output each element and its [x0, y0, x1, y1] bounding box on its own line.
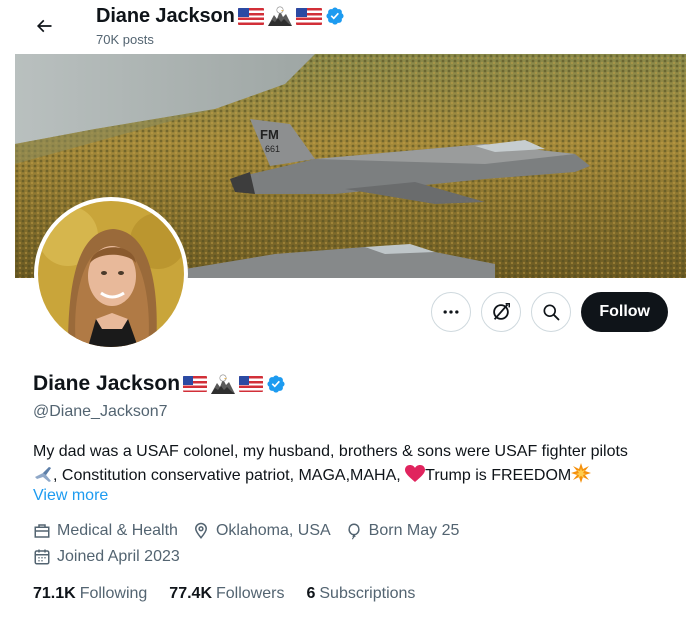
profile-name-row: Diane Jackson — [33, 372, 286, 396]
profile-name: Diane Jackson — [33, 372, 181, 395]
search-profile-button[interactable] — [531, 292, 572, 332]
bio-line-1: My dad was a USAF colonel, my husband, b… — [33, 443, 628, 460]
subscriptions-link[interactable]: 6 Subscriptions — [306, 585, 415, 603]
grok-button[interactable] — [481, 292, 522, 332]
profile-actions: Follow — [431, 292, 668, 332]
meta-location: Oklahoma, USA — [192, 522, 331, 540]
following-count: 71.1K — [33, 585, 76, 602]
profile-bio: My dad was a USAF colonel, my husband, b… — [33, 441, 678, 487]
followers-link[interactable]: 77.4K Followers — [169, 585, 284, 603]
balloon-icon — [348, 523, 360, 540]
avatar-photo — [38, 201, 184, 347]
profile-avatar-frame[interactable] — [34, 197, 188, 351]
followers-count: 77.4K — [169, 585, 212, 602]
more-button[interactable] — [431, 292, 472, 332]
meta-birthday: Born May 25 — [345, 522, 460, 540]
red-heart-icon — [405, 465, 426, 482]
meta-birthday-label: Born May 25 — [368, 522, 460, 539]
meta-category: Medical & Health — [33, 522, 178, 540]
arrow-left-icon — [36, 19, 52, 33]
subscriptions-count: 6 — [306, 585, 316, 602]
profile-stats: 71.1K Following 77.4K Followers 6 Subscr… — [33, 585, 415, 603]
header-post-count: 70K posts — [96, 32, 154, 47]
meta-joined-label: Joined April 2023 — [57, 548, 180, 565]
followers-label: Followers — [216, 585, 285, 602]
profile-meta-row-2: Joined April 2023 — [33, 548, 180, 566]
subscriptions-label: Subscriptions — [319, 585, 416, 602]
airplane-icon — [35, 467, 51, 482]
top-bar: Diane Jackson 70K posts — [0, 0, 700, 54]
profile-handle: @Diane_Jackson7 — [33, 403, 168, 420]
us-flag-icon — [183, 376, 208, 392]
svg-text:661: 661 — [265, 144, 280, 154]
more-dots-icon — [443, 310, 459, 314]
view-more-link[interactable]: View more — [33, 487, 108, 505]
meta-category-label: Medical & Health — [57, 522, 178, 539]
header-name-row: Diane Jackson — [96, 2, 345, 30]
profile-meta-row-1: Medical & Health Oklahoma, USA Born May … — [33, 522, 459, 540]
eagle-icon — [267, 6, 292, 26]
briefcase-icon — [34, 524, 50, 538]
location-pin-icon — [194, 522, 207, 539]
following-link[interactable]: 71.1K Following — [33, 585, 147, 603]
back-button[interactable] — [26, 8, 62, 44]
us-flag-icon — [239, 376, 264, 392]
eagle-icon — [211, 374, 236, 394]
calendar-icon — [34, 549, 50, 565]
collision-icon — [571, 463, 592, 483]
search-icon — [543, 304, 560, 321]
follow-button[interactable]: Follow — [581, 292, 668, 332]
header-name: Diane Jackson — [96, 4, 235, 27]
verified-badge-icon[interactable] — [266, 374, 286, 394]
bio-line-2-b: Trump is FREEDOM — [425, 467, 572, 484]
us-flag-icon — [237, 7, 264, 25]
avatar[interactable] — [38, 201, 184, 347]
us-flag-icon — [295, 7, 322, 25]
meta-location-label: Oklahoma, USA — [215, 522, 331, 539]
meta-joined: Joined April 2023 — [33, 548, 180, 566]
bio-line-2-a: , Constitution conservative patriot, MAG… — [53, 467, 406, 484]
grok-icon — [493, 303, 511, 320]
svg-text:FM: FM — [260, 127, 279, 142]
verified-badge-icon — [326, 7, 344, 25]
following-label: Following — [79, 585, 148, 602]
